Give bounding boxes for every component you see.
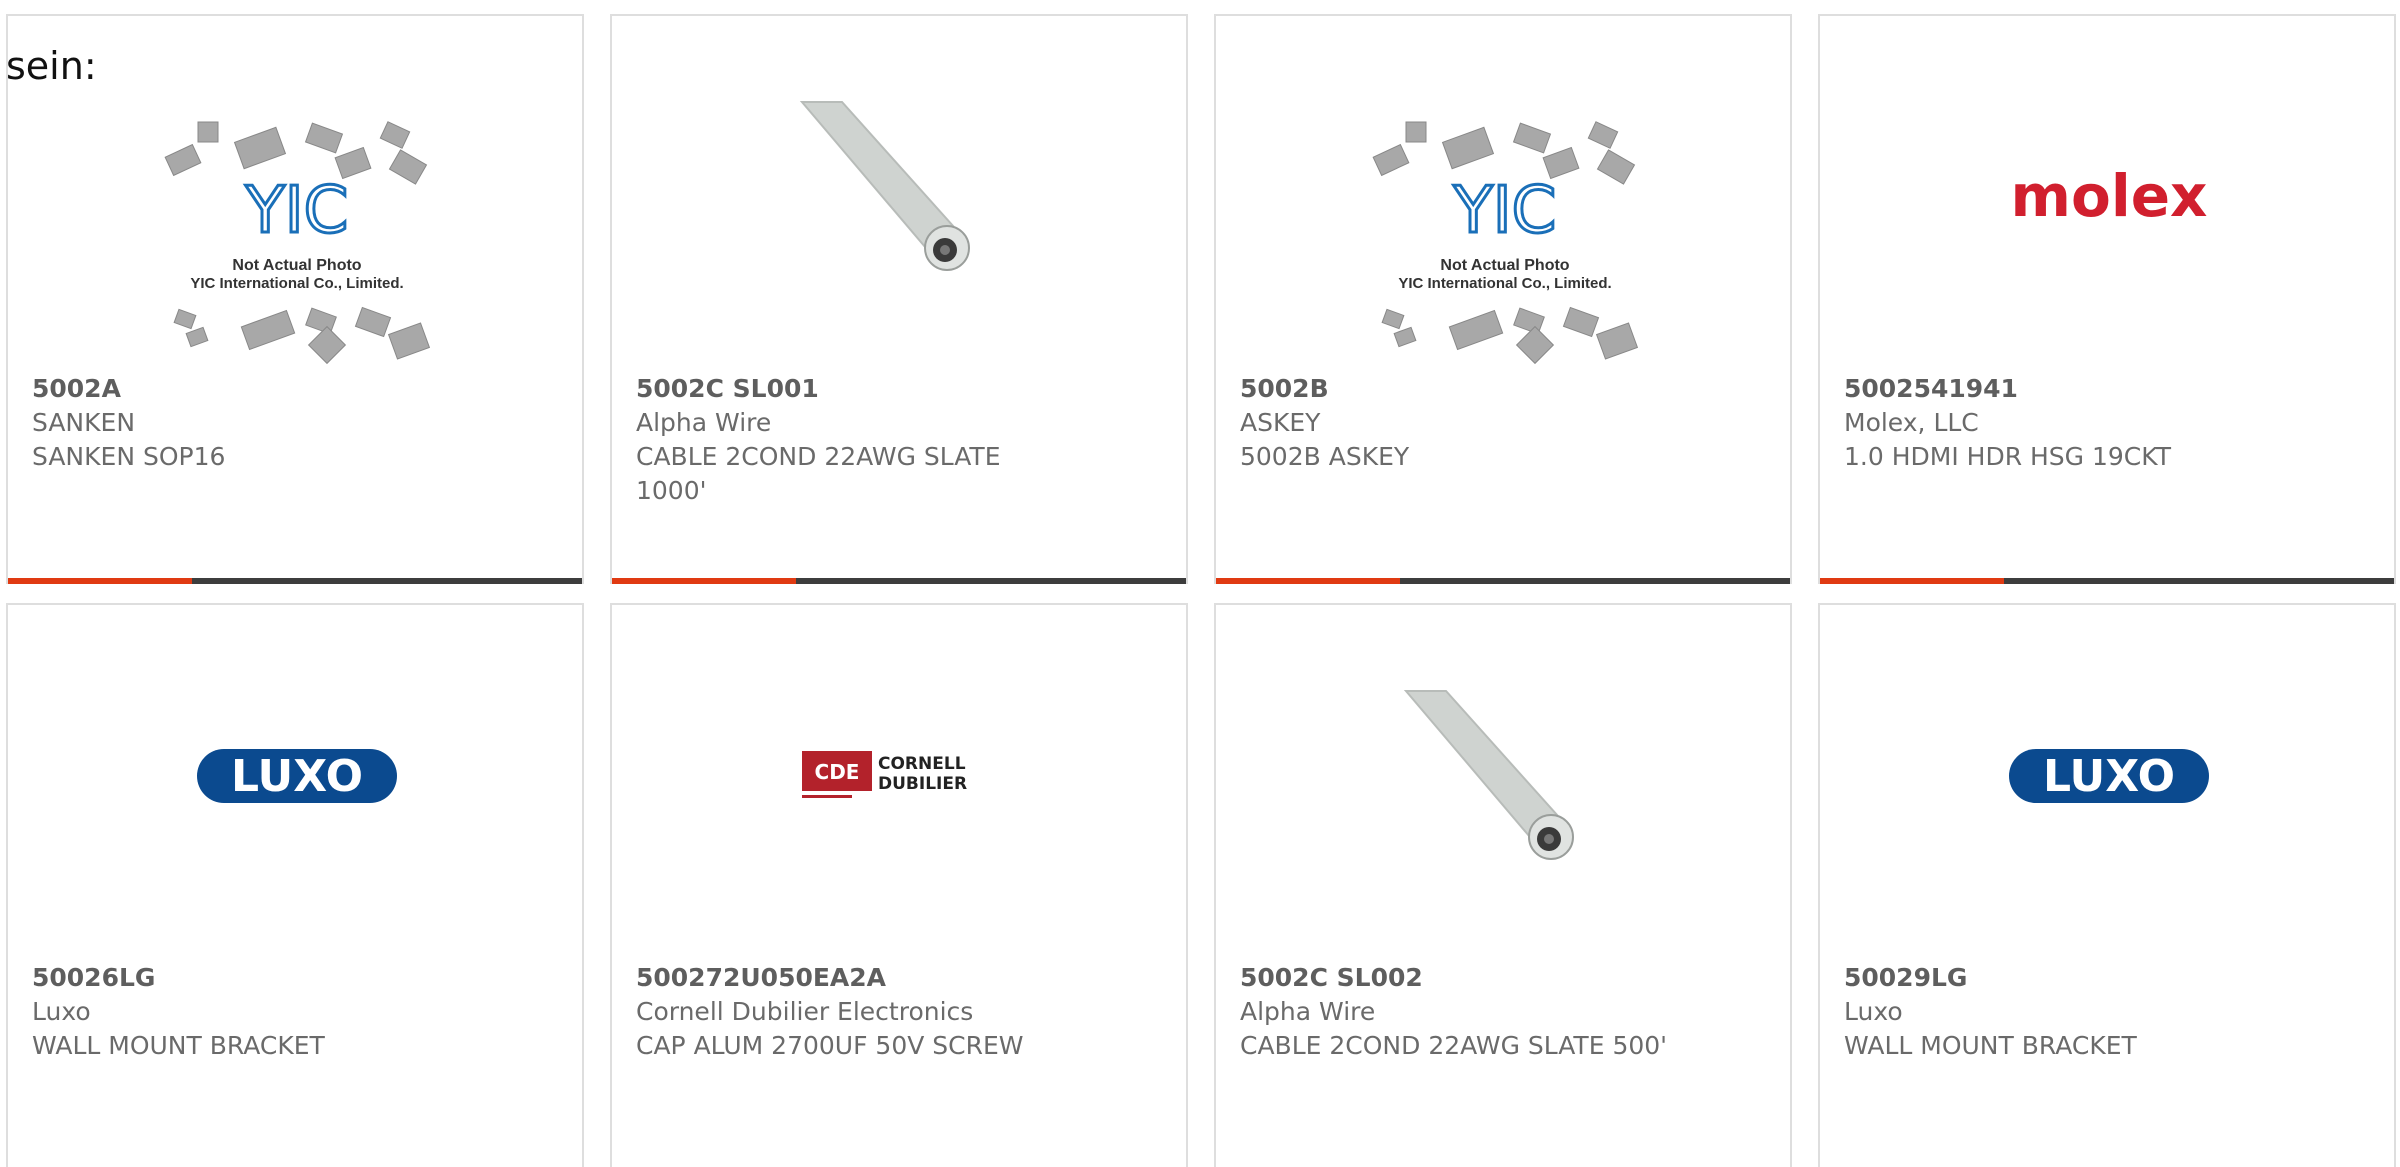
- description: 1.0 HDMI HDR HSG 19CKT: [1844, 442, 2171, 471]
- product-info: 5002C SL002 Alpha Wire CABLE 2COND 22AWG…: [1240, 961, 1670, 1063]
- manufacturer: Luxo: [32, 997, 91, 1026]
- product-card[interactable]: molex 5002541941 Molex, LLC 1.0 HDMI HDR…: [1818, 14, 2396, 584]
- molex-logo: molex: [2011, 162, 2208, 230]
- cable-image: [799, 101, 970, 271]
- part-number[interactable]: 5002C SL001: [636, 372, 1066, 406]
- luxo-logo: LUXO: [197, 749, 397, 803]
- manufacturer: Luxo: [1844, 997, 1903, 1026]
- card-bottom-bar: [612, 578, 1186, 584]
- product-image[interactable]: CDE CORNELL DUBILIER: [612, 675, 1186, 955]
- card-accent: [1216, 578, 1400, 584]
- part-number[interactable]: 5002A: [32, 372, 462, 406]
- part-number[interactable]: 5002541941: [1844, 372, 2274, 406]
- manufacturer: Alpha Wire: [1240, 997, 1376, 1026]
- product-image[interactable]: LUXO: [8, 675, 582, 955]
- svg-text:molex: molex: [2011, 162, 2208, 230]
- manufacturer: Alpha Wire: [636, 408, 772, 437]
- product-image[interactable]: LUXO: [1820, 675, 2394, 955]
- svg-text:YIC: YIC: [1453, 174, 1557, 248]
- description: 5002B ASKEY: [1240, 442, 1410, 471]
- product-card[interactable]: 5002C SL002 Alpha Wire CABLE 2COND 22AWG…: [1214, 603, 1792, 1167]
- product-info: 5002C SL001 Alpha Wire CABLE 2COND 22AWG…: [636, 372, 1066, 508]
- svg-text:LUXO: LUXO: [2043, 751, 2175, 802]
- intro-text: sein:: [6, 44, 97, 88]
- svg-text:LUXO: LUXO: [231, 751, 363, 802]
- card-accent: [8, 578, 192, 584]
- product-info: 50026LG Luxo WALL MOUNT BRACKET: [32, 961, 462, 1063]
- product-image[interactable]: YIC Not Actual Photo YIC International C…: [1216, 86, 1790, 366]
- svg-text:CDE: CDE: [815, 760, 860, 784]
- product-card[interactable]: 5002C SL001 Alpha Wire CABLE 2COND 22AWG…: [610, 14, 1188, 584]
- part-number[interactable]: 5002C SL002: [1240, 961, 1670, 995]
- manufacturer: SANKEN: [32, 408, 136, 437]
- card-bottom-bar: [1216, 578, 1790, 584]
- card-accent: [1820, 578, 2004, 584]
- svg-text:YIC International Co., Limited: YIC International Co., Limited.: [190, 275, 403, 292]
- product-image[interactable]: YIC Not Actual Photo YIC International C…: [8, 86, 582, 366]
- product-image[interactable]: [1216, 675, 1790, 955]
- part-number[interactable]: 50026LG: [32, 961, 462, 995]
- luxo-logo: LUXO: [2009, 749, 2209, 803]
- product-info: 50029LG Luxo WALL MOUNT BRACKET: [1844, 961, 2274, 1063]
- description: WALL MOUNT BRACKET: [1844, 1031, 2137, 1060]
- svg-text:Not Actual Photo: Not Actual Photo: [1440, 257, 1569, 274]
- manufacturer: Molex, LLC: [1844, 408, 1979, 437]
- part-number[interactable]: 500272U050EA2A: [636, 961, 1066, 995]
- description: CABLE 2COND 22AWG SLATE 1000': [636, 442, 1001, 505]
- card-accent: [612, 578, 796, 584]
- product-card[interactable]: YIC Not Actual Photo YIC International C…: [1214, 14, 1792, 584]
- cde-logo: CDE CORNELL DUBILIER: [802, 751, 967, 798]
- part-number[interactable]: 50029LG: [1844, 961, 2274, 995]
- card-bottom-bar: [1820, 578, 2394, 584]
- manufacturer: Cornell Dubilier Electronics: [636, 997, 974, 1026]
- product-card[interactable]: CDE CORNELL DUBILIER 500272U050EA2A Corn…: [610, 603, 1188, 1167]
- chip-cluster-bottom: [1381, 306, 1639, 365]
- chip-cluster-bottom: [173, 306, 431, 365]
- product-info: 5002541941 Molex, LLC 1.0 HDMI HDR HSG 1…: [1844, 372, 2274, 474]
- svg-text:CORNELL: CORNELL: [878, 754, 966, 774]
- product-info: 5002A SANKEN SANKEN SOP16: [32, 372, 462, 474]
- product-card[interactable]: LUXO 50026LG Luxo WALL MOUNT BRACKET: [6, 603, 584, 1167]
- product-info: 500272U050EA2A Cornell Dubilier Electron…: [636, 961, 1066, 1063]
- product-card[interactable]: YIC Not Actual Photo YIC International C…: [6, 14, 584, 584]
- description: CABLE 2COND 22AWG SLATE 500': [1240, 1031, 1668, 1060]
- part-number[interactable]: 5002B: [1240, 372, 1670, 406]
- svg-text:YIC International Co., Limited: YIC International Co., Limited.: [1398, 275, 1611, 292]
- product-image[interactable]: [612, 86, 1186, 366]
- cable-image: [1403, 690, 1574, 860]
- description: SANKEN SOP16: [32, 442, 226, 471]
- manufacturer: ASKEY: [1240, 408, 1321, 437]
- description: CAP ALUM 2700UF 50V SCREW: [636, 1031, 1024, 1060]
- card-bottom-bar: [8, 578, 582, 584]
- description: WALL MOUNT BRACKET: [32, 1031, 325, 1060]
- product-card[interactable]: LUXO 50029LG Luxo WALL MOUNT BRACKET: [1818, 603, 2396, 1167]
- svg-text:Not Actual Photo: Not Actual Photo: [232, 257, 361, 274]
- svg-text:YIC: YIC: [245, 174, 349, 248]
- product-image[interactable]: molex: [1820, 86, 2394, 366]
- svg-text:DUBILIER: DUBILIER: [878, 774, 967, 794]
- product-info: 5002B ASKEY 5002B ASKEY: [1240, 372, 1670, 474]
